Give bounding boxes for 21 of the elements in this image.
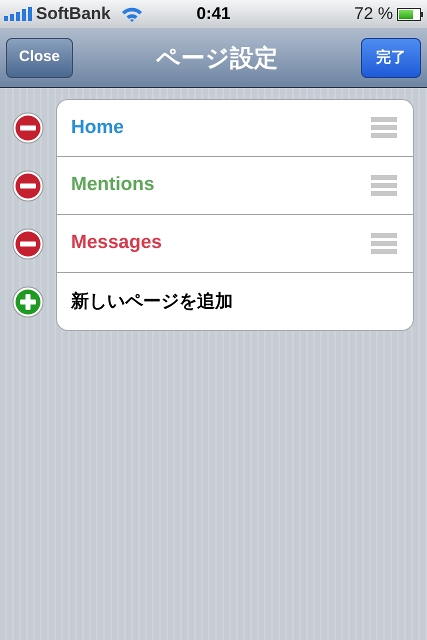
battery-icon	[397, 8, 423, 20]
delete-icon[interactable]	[12, 170, 44, 202]
done-button[interactable]: 完了	[360, 38, 421, 78]
close-button[interactable]: Close	[6, 38, 73, 78]
page-name: Home	[71, 116, 124, 140]
screen-title: ページ設定	[156, 42, 278, 74]
page-name: Mentions	[71, 173, 154, 198]
clock-time: 0:41	[195, 3, 232, 26]
list-row[interactable]: 新しいページを追加	[56, 273, 414, 331]
signal-icon	[4, 7, 32, 21]
add-icon[interactable]	[12, 286, 44, 318]
delete-icon[interactable]	[12, 112, 44, 144]
list-row[interactable]: Home	[56, 99, 414, 157]
list-row[interactable]: Mentions	[56, 157, 414, 215]
delete-icon[interactable]	[12, 228, 44, 260]
add-page-label: 新しいページを追加	[71, 290, 233, 314]
carrier-name: SoftBank	[36, 3, 111, 26]
wifi-icon	[120, 6, 143, 22]
list-row[interactable]: Messages	[56, 215, 414, 273]
page-name: Messages	[71, 231, 162, 256]
battery-percentage: 72 %	[354, 3, 393, 26]
